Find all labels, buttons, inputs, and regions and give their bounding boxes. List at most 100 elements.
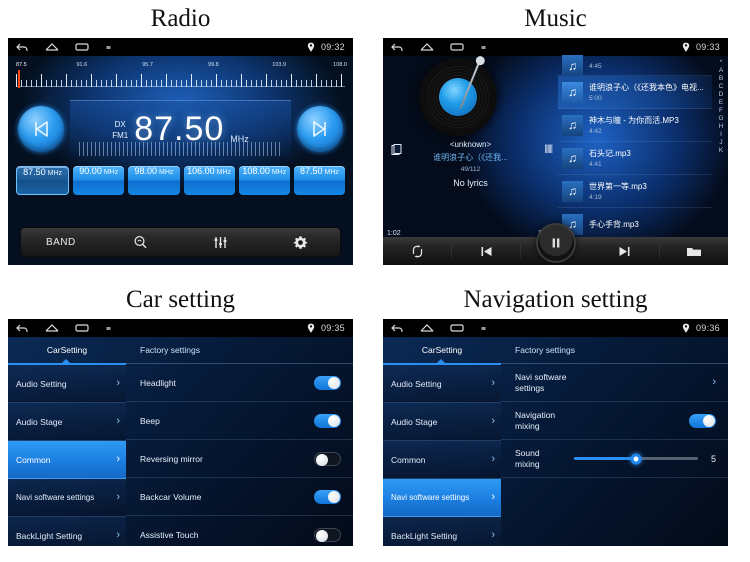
recents-icon[interactable]	[75, 323, 89, 334]
home-icon[interactable]	[420, 42, 434, 53]
settings-button[interactable]	[260, 235, 340, 250]
back-icon[interactable]	[16, 42, 29, 53]
alpha-index-item[interactable]: A	[719, 67, 723, 74]
music-note-icon: ♫	[562, 180, 583, 202]
back-icon[interactable]	[391, 323, 404, 334]
chevron-right-icon: ›	[116, 529, 120, 541]
repeat-button[interactable]	[383, 244, 453, 258]
sound-mixing-slider[interactable]	[574, 453, 698, 464]
list-item[interactable]: ♫ 4:45	[558, 55, 712, 76]
list-item[interactable]: ♫ 神木与瞳 - 为你而活.MP3 4:42	[558, 109, 712, 142]
list-item[interactable]: ♫ 石头记.mp3 4:41	[558, 142, 712, 175]
poster-page: Radio 09:32 87.5 91.6 95.7 99.8 103.9 10…	[0, 0, 750, 562]
sidebar-item-backlight-setting[interactable]: BackLight Setting ›	[8, 517, 126, 546]
alpha-index-item[interactable]: *	[720, 59, 723, 66]
tune-previous-button[interactable]	[18, 106, 64, 152]
slider-knob[interactable]	[630, 453, 642, 464]
setting-row-navi-software-settings[interactable]: Navi software settings ›	[501, 364, 728, 402]
car-setting-screen[interactable]: 09:35 CarSetting Audio Setting › Audio S…	[8, 319, 353, 546]
setting-row-backcar-volume[interactable]: Backcar Volume	[126, 478, 353, 516]
frequency-value: 87.50	[134, 110, 225, 148]
home-icon[interactable]	[45, 323, 59, 334]
sidebar-item-label: Common	[16, 454, 51, 465]
alpha-index-item[interactable]: I	[720, 131, 722, 138]
alpha-index-item[interactable]: G	[718, 115, 723, 122]
preset-button[interactable]: 108.00 MHz	[238, 166, 290, 195]
recents-icon[interactable]	[450, 42, 464, 53]
next-track-button[interactable]	[591, 244, 660, 258]
home-icon[interactable]	[420, 323, 434, 334]
scale-label-0: 87.5	[16, 62, 27, 68]
sidebar-item-label: Audio Setting	[391, 378, 442, 389]
scan-button[interactable]	[101, 235, 181, 250]
toggle-switch[interactable]	[689, 413, 716, 428]
tab-factory-settings[interactable]: Factory settings	[501, 337, 728, 363]
alpha-index-item[interactable]: F	[719, 107, 723, 114]
sidebar-item-backlight-setting[interactable]: BackLight Setting ›	[383, 517, 501, 546]
alpha-index-item[interactable]: H	[719, 123, 724, 130]
navigation-setting-screen[interactable]: 09:36 CarSetting Audio Setting › Audio S…	[383, 319, 728, 546]
setting-row-navigation-mixing[interactable]: Navigation mixing	[501, 402, 728, 440]
setting-row-sound-mixing[interactable]: Sound mixing 5	[501, 440, 728, 478]
frequency-scale[interactable]: 87.5 91.6 95.7 99.8 103.9 108.0	[16, 62, 347, 92]
settings-sidebar: CarSetting Audio Setting › Audio Stage ›…	[8, 337, 126, 546]
preset-value: 98.00	[134, 166, 157, 176]
back-icon[interactable]	[16, 323, 29, 334]
home-icon[interactable]	[45, 42, 59, 53]
tune-next-button[interactable]	[297, 106, 343, 152]
list-item[interactable]: ♫ 谁明浪子心（《还我本色》电视... 5:00	[558, 76, 712, 109]
setting-row-label-line1: Sound	[515, 447, 540, 458]
setting-row-beep[interactable]: Beep	[126, 402, 353, 440]
location-pin-icon	[682, 42, 690, 53]
setting-row-assistive-touch[interactable]: Assistive Touch	[126, 516, 353, 546]
toggle-switch[interactable]	[314, 375, 341, 390]
toggle-switch[interactable]	[314, 413, 341, 428]
sidebar-item-audio-stage[interactable]: Audio Stage ›	[383, 403, 501, 441]
music-screen[interactable]: 09:33 ⦀⦀ <unknown> 谁明浪子心（《还我... 49/112 N…	[383, 38, 728, 265]
preset-button[interactable]: 106.00 MHz	[183, 166, 235, 195]
previous-track-button[interactable]	[452, 244, 522, 258]
band-button[interactable]: BAND	[21, 237, 101, 248]
folder-button[interactable]	[660, 245, 728, 258]
sidebar-item-navi-software-settings[interactable]: Navi software settings ›	[383, 479, 501, 517]
chevron-right-icon: ›	[116, 491, 120, 503]
recents-icon[interactable]	[450, 323, 464, 334]
setting-row-label-line2: mixing	[515, 420, 540, 431]
alpha-index-item[interactable]: K	[719, 147, 723, 154]
alpha-index-item[interactable]: D	[719, 91, 724, 98]
alpha-index-item[interactable]: C	[719, 83, 724, 90]
sidebar-item-common[interactable]: Common ›	[8, 441, 126, 479]
radio-body: 87.5 91.6 95.7 99.8 103.9 108.0 DX FM1 8…	[8, 56, 353, 265]
alpha-index-item[interactable]: B	[719, 75, 723, 82]
setting-row-headlight[interactable]: Headlight	[126, 364, 353, 402]
play-pause-button[interactable]	[535, 223, 576, 263]
preset-button[interactable]: 87.50 MHz	[293, 166, 346, 195]
sidebar-item-audio-stage[interactable]: Audio Stage ›	[8, 403, 126, 441]
equalizer-button[interactable]	[181, 235, 261, 250]
sidebar-item-label: BackLight Setting	[16, 530, 83, 541]
track-meta: <unknown> 谁明浪子心（《还我... 49/112	[383, 140, 558, 173]
chevron-right-icon[interactable]: ›	[712, 377, 716, 388]
toggle-switch[interactable]	[314, 451, 341, 466]
tab-factory-settings[interactable]: Factory settings	[126, 337, 353, 363]
alpha-index-item[interactable]: E	[719, 99, 723, 106]
sidebar-item-navi-software-settings[interactable]: Navi software settings ›	[8, 479, 126, 517]
preset-button[interactable]: 87.50 MHz	[16, 166, 70, 195]
music-note-icon: ♫	[562, 114, 583, 136]
preset-button[interactable]: 98.00 MHz	[128, 166, 180, 195]
alpha-index-item[interactable]: J	[719, 139, 722, 146]
radio-screen[interactable]: 09:32 87.5 91.6 95.7 99.8 103.9 108.0 DX…	[8, 38, 353, 265]
sidebar-item-audio-setting[interactable]: Audio Setting ›	[8, 365, 126, 403]
sidebar-item-audio-setting[interactable]: Audio Setting ›	[383, 365, 501, 403]
track-list[interactable]: ♫ 4:45 ♫ 谁明浪子心（《还我本色》电视... 5:00 ♫ 神木与瞳 -…	[558, 55, 728, 265]
recents-icon[interactable]	[75, 42, 89, 53]
setting-row-reversing-mirror[interactable]: Reversing mirror	[126, 440, 353, 478]
toggle-switch[interactable]	[314, 489, 341, 504]
sidebar-item-common[interactable]: Common ›	[383, 441, 501, 479]
preset-button[interactable]: 90.00 MHz	[73, 166, 125, 195]
back-icon[interactable]	[391, 42, 404, 53]
toggle-switch[interactable]	[314, 527, 341, 542]
alphabet-index[interactable]: * A B C D E F G H I J K	[714, 56, 728, 265]
panel-title-car-setting: Car setting	[125, 286, 235, 313]
list-item[interactable]: ♫ 世界第一等.mp3 4:19	[558, 175, 712, 208]
